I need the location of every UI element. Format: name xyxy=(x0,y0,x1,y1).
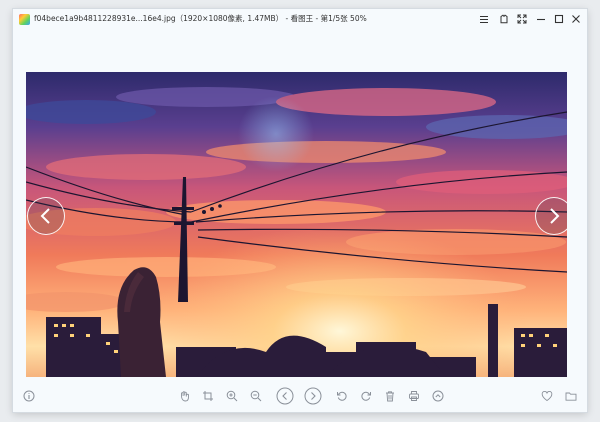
window-title: f04bece1a9b4811228931e...16e4.jpg（1920×1… xyxy=(34,14,367,23)
next-image-button[interactable] xyxy=(535,197,567,235)
previous-image-button[interactable] xyxy=(27,197,65,235)
print-icon[interactable] xyxy=(406,388,422,404)
image-viewer-window: f04bece1a9b4811228931e...16e4.jpg（1920×1… xyxy=(13,9,587,412)
crop-icon[interactable] xyxy=(200,388,216,404)
hand-icon[interactable] xyxy=(176,388,192,404)
app-logo-icon xyxy=(19,14,30,25)
zoom-in-icon[interactable] xyxy=(224,388,240,404)
bottom-toolbar xyxy=(13,385,587,407)
next-icon[interactable] xyxy=(304,387,322,405)
info-icon[interactable] xyxy=(21,388,37,404)
rotate-left-icon[interactable] xyxy=(334,388,350,404)
folder-icon[interactable] xyxy=(563,388,579,404)
close-icon[interactable] xyxy=(569,12,583,26)
prev-icon[interactable] xyxy=(276,387,294,405)
chevron-right-icon xyxy=(550,208,560,224)
maximize-icon[interactable] xyxy=(552,12,566,26)
title-bar[interactable]: f04bece1a9b4811228931e...16e4.jpg（1920×1… xyxy=(13,9,587,31)
sunset-photo xyxy=(26,72,567,377)
more-icon[interactable] xyxy=(430,388,446,404)
delete-icon[interactable] xyxy=(382,388,398,404)
rotate-right-icon[interactable] xyxy=(358,388,374,404)
skin-icon[interactable] xyxy=(497,12,511,26)
zoom-out-icon[interactable] xyxy=(248,388,264,404)
image-canvas[interactable] xyxy=(26,72,567,377)
fullscreen-icon[interactable] xyxy=(515,12,529,26)
chevron-left-icon xyxy=(40,208,50,224)
heart-icon[interactable] xyxy=(539,388,555,404)
menu-icon[interactable] xyxy=(477,12,491,26)
minimize-icon[interactable] xyxy=(534,12,548,26)
